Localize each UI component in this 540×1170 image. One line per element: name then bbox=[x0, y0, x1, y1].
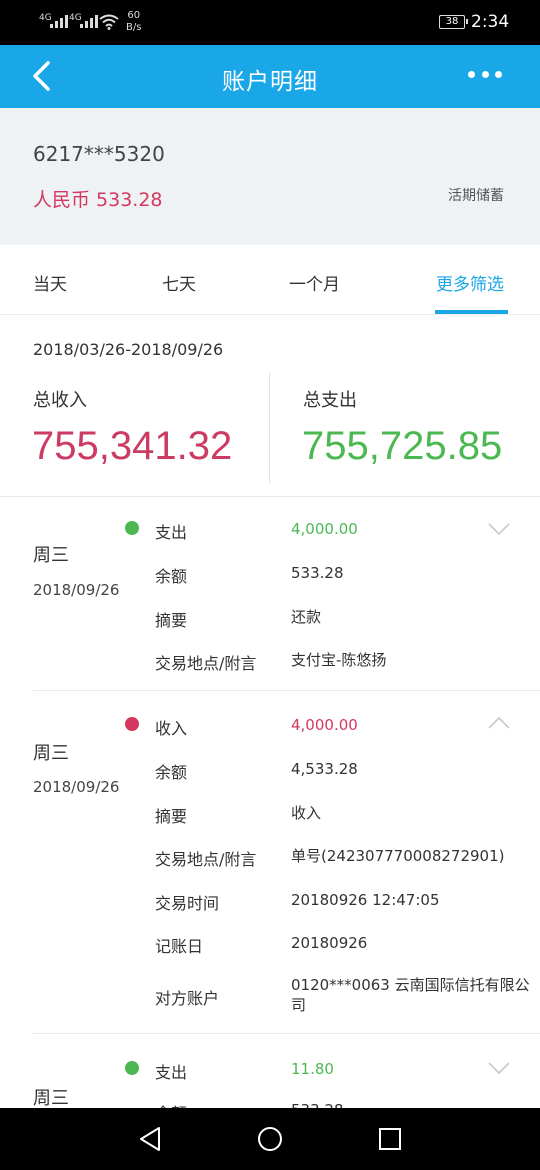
account-type: 活期储蓄 bbox=[448, 188, 504, 204]
expense-label: 总支出 bbox=[303, 390, 357, 411]
status-bar: 4G 4G 60 B/s 38 2:34 bbox=[0, 0, 540, 45]
transaction-weekday: 周三 bbox=[33, 545, 69, 566]
transaction-kind: 支出 bbox=[155, 523, 188, 542]
status-dot bbox=[125, 521, 139, 535]
transaction-weekday: 周三 bbox=[33, 1088, 69, 1108]
field-value: 20180926 12:47:05 bbox=[291, 891, 440, 909]
signal-icon bbox=[80, 14, 98, 28]
transaction-date: 2018/09/26 bbox=[33, 778, 120, 796]
field-value: 支付宝-陈悠扬 bbox=[291, 651, 387, 669]
signal-icon bbox=[50, 14, 68, 28]
wifi-icon bbox=[99, 14, 119, 30]
transaction-date: 2018/09/26 bbox=[33, 581, 120, 599]
field-label: 交易地点/附言 bbox=[155, 850, 257, 869]
tab-seven-days[interactable]: 七天 bbox=[162, 270, 196, 295]
field-label: 记账日 bbox=[155, 937, 204, 956]
home-circle-icon[interactable] bbox=[257, 1126, 283, 1152]
period-tabs: 当天 七天 一个月 更多筛选 bbox=[0, 245, 540, 315]
account-number: 6217***5320 bbox=[33, 142, 165, 166]
field-value: 533.28 bbox=[291, 564, 344, 582]
summary-divider bbox=[269, 372, 270, 484]
field-label: 摘要 bbox=[155, 611, 188, 630]
battery-icon: 38 bbox=[439, 15, 468, 29]
field-value: 4,533.28 bbox=[291, 760, 358, 778]
recents-square-icon[interactable] bbox=[378, 1126, 402, 1152]
speed-unit: B/s bbox=[126, 22, 142, 33]
field-label: 余额 bbox=[155, 1100, 187, 1108]
field-label: 摘要 bbox=[155, 807, 188, 826]
battery-level: 38 bbox=[445, 16, 459, 27]
field-label: 对方账户 bbox=[155, 989, 220, 1008]
transaction-kind: 收入 bbox=[155, 719, 188, 738]
page-title: 账户明细 bbox=[222, 69, 318, 95]
more-dots-icon[interactable] bbox=[468, 71, 502, 81]
tab-today[interactable]: 当天 bbox=[33, 270, 67, 295]
field-label: 交易地点/附言 bbox=[155, 654, 257, 673]
speed-value: 60 bbox=[127, 10, 141, 21]
field-value: 533.28 bbox=[291, 1100, 531, 1108]
field-value: 20180926 bbox=[291, 934, 368, 952]
network-speed: 60 B/s bbox=[126, 10, 141, 34]
field-label: 余额 bbox=[155, 567, 188, 586]
date-range: 2018/03/26-2018/09/26 bbox=[33, 340, 224, 359]
field-value: 收入 bbox=[291, 804, 322, 822]
transaction-item[interactable]: 周三 2018/09/26 支出 4,000.00 余额 533.28 摘要 还… bbox=[0, 497, 540, 690]
transaction-kind: 支出 bbox=[155, 1063, 188, 1082]
expense-total: 755,725.85 bbox=[302, 424, 503, 468]
income-label: 总收入 bbox=[33, 390, 87, 411]
transaction-item[interactable]: 周三 支出 11.80 余额 533.28 bbox=[0, 1034, 540, 1108]
field-value: 还款 bbox=[291, 608, 322, 626]
field-value: 单号(242307770008272901) bbox=[291, 847, 505, 865]
field-value: 0120***0063 云南国际信托有限公司 bbox=[291, 976, 530, 1014]
chevron-down-icon[interactable] bbox=[488, 523, 510, 535]
chevron-down-icon[interactable] bbox=[488, 1062, 510, 1074]
field-label: 交易时间 bbox=[155, 894, 220, 913]
system-nav-bar bbox=[0, 1108, 540, 1170]
account-balance: 人民币 533.28 bbox=[33, 189, 163, 211]
header-bar: 账户明细 bbox=[0, 45, 540, 108]
field-label: 余额 bbox=[155, 763, 188, 782]
status-dot bbox=[125, 1061, 139, 1075]
account-card: 6217***5320 人民币 533.28 活期储蓄 bbox=[0, 108, 540, 245]
tab-one-month[interactable]: 一个月 bbox=[289, 270, 340, 295]
tab-more-filter[interactable]: 更多筛选 bbox=[436, 270, 504, 295]
transaction-weekday: 周三 bbox=[33, 743, 69, 764]
clock: 2:34 bbox=[471, 12, 510, 32]
chevron-up-icon[interactable] bbox=[488, 717, 510, 729]
income-total: 755,341.32 bbox=[32, 424, 233, 468]
back-triangle-icon[interactable] bbox=[138, 1126, 162, 1152]
transaction-item[interactable]: 周三 2018/09/26 收入 4,000.00 余额 4,533.28 摘要… bbox=[0, 691, 540, 1033]
tab-indicator bbox=[435, 310, 508, 314]
status-dot bbox=[125, 717, 139, 731]
